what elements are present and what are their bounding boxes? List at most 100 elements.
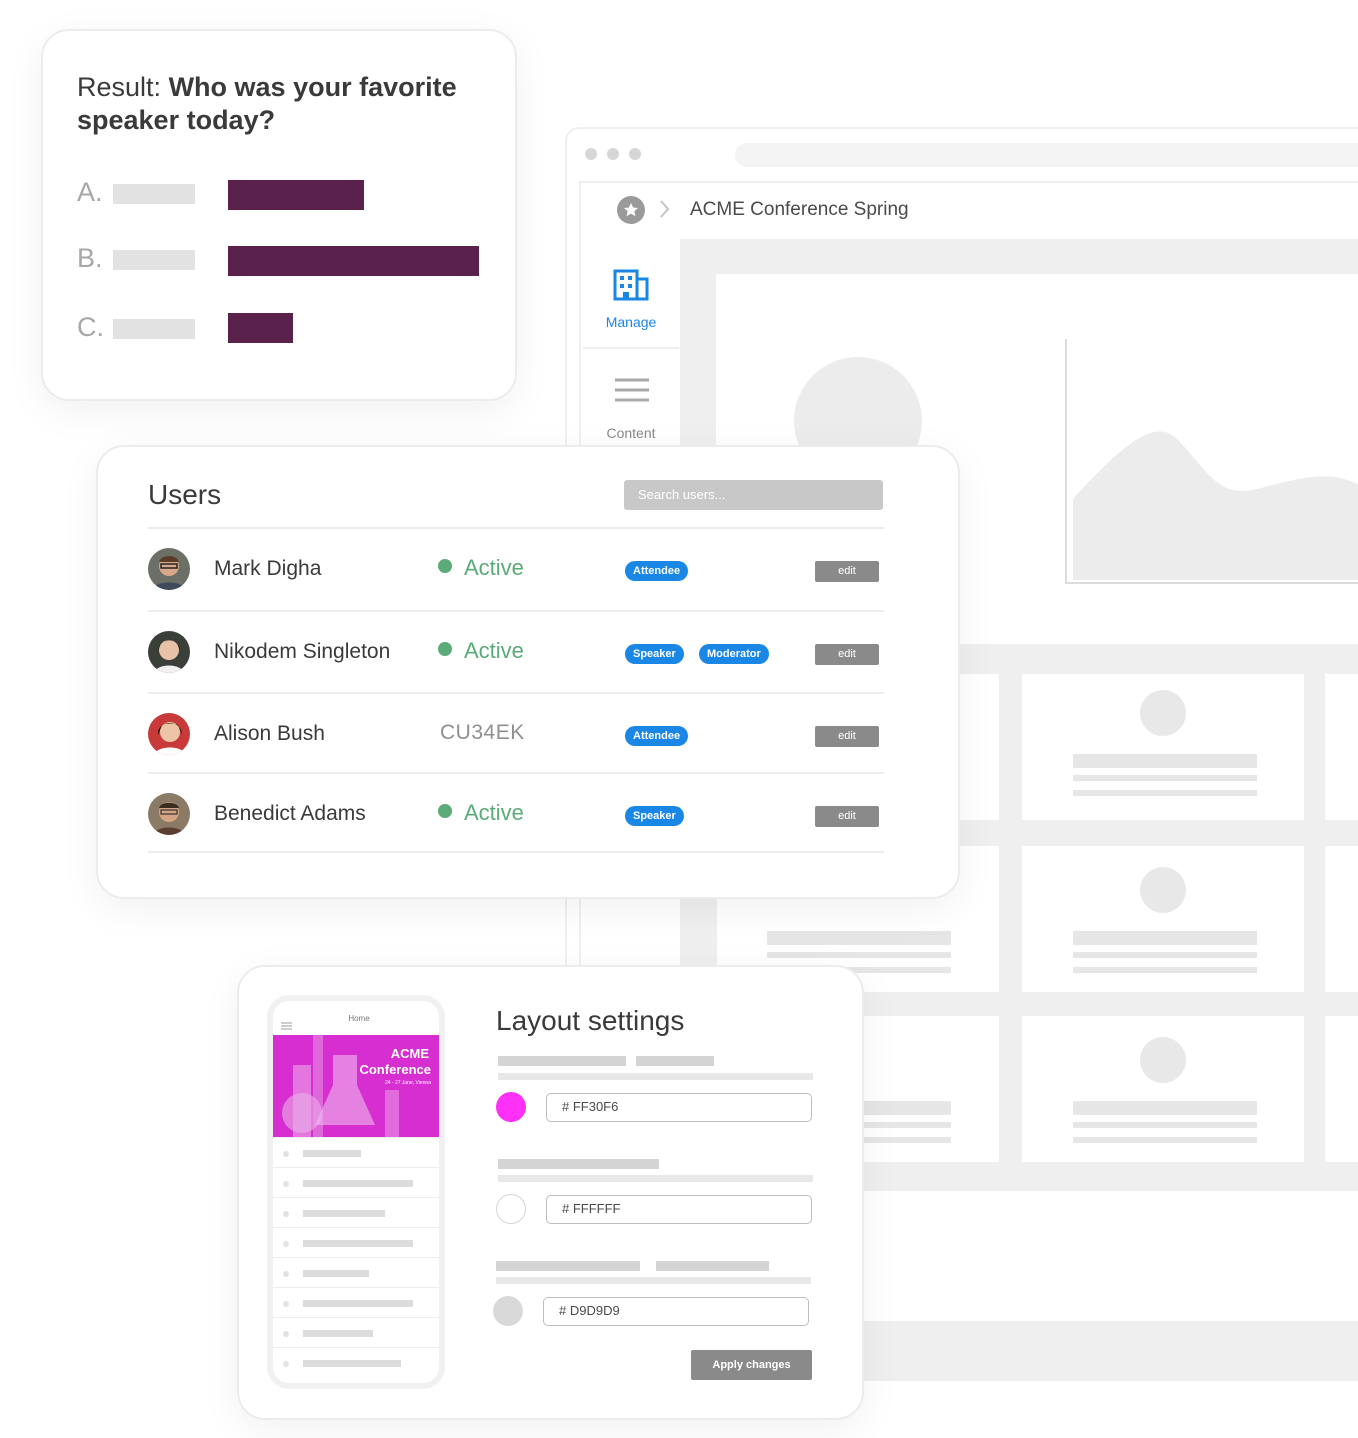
label-placeholder <box>498 1159 659 1169</box>
layout-settings-title: Layout settings <box>496 1005 685 1036</box>
address-bar[interactable] <box>735 143 1358 167</box>
window-dot <box>585 148 597 160</box>
edit-button[interactable]: edit <box>815 644 879 665</box>
users-title: Users <box>148 479 222 510</box>
tile-line <box>1073 790 1257 796</box>
poll-title-prefix: Result: <box>77 72 162 102</box>
status-label: Active <box>464 555 524 580</box>
color-hex-input[interactable]: # D9D9D9 <box>543 1297 809 1326</box>
grid-tile <box>1325 846 1358 992</box>
tile-circle <box>1140 1037 1186 1083</box>
banner-date: 24 - 27 June, Vienna <box>384 1080 431 1086</box>
phone-preview: Home ACME Conference 24 - 27 June, Vienn… <box>267 995 445 1389</box>
label-placeholder <box>498 1056 626 1066</box>
status-label: Active <box>464 800 524 825</box>
search-users-input[interactable]: Search users... <box>624 480 883 510</box>
color-hex-input[interactable]: # FFFFFF <box>546 1195 812 1224</box>
user-row[interactable]: Benedict Adams Active Speaker edit <box>148 772 884 854</box>
role-badge: Attendee <box>625 561 689 581</box>
role-badge: Speaker <box>625 644 684 664</box>
option-letter: A. <box>77 177 103 207</box>
user-name: Mark Digha <box>214 557 322 580</box>
user-name: Alison Bush <box>214 722 325 745</box>
phone-list-item <box>273 1287 439 1318</box>
apply-changes-button[interactable]: Apply changes <box>691 1350 812 1380</box>
status-active: Active <box>438 800 524 826</box>
divider <box>583 347 679 349</box>
tile-line <box>1073 1137 1257 1143</box>
poll-bar <box>228 180 364 210</box>
phone-list-item <box>273 1257 439 1288</box>
avatar <box>148 713 190 755</box>
nav-item-content[interactable]: Content <box>583 351 679 451</box>
option-letter: B. <box>77 243 103 273</box>
status-dot <box>438 559 452 573</box>
user-row[interactable]: Mark Digha Active Attendee edit <box>148 527 884 609</box>
tile-line <box>767 952 951 958</box>
phone-list-item <box>273 1317 439 1348</box>
user-row[interactable]: Alison Bush CU34EK Attendee edit <box>148 692 884 774</box>
status-dot <box>438 642 452 656</box>
phone-list-item <box>273 1197 439 1228</box>
user-name: Nikodem Singleton <box>214 640 391 663</box>
color-hex-input[interactable]: # FF30F6 <box>546 1093 812 1122</box>
status-active: Active <box>438 638 524 664</box>
grid-tile <box>1325 1016 1358 1162</box>
window-dot <box>607 148 619 160</box>
user-code: CU34EK <box>440 721 525 744</box>
phone-list-item <box>273 1347 439 1378</box>
tile-line <box>1073 931 1257 945</box>
label-placeholder <box>656 1261 769 1271</box>
grid-tile <box>1022 1016 1304 1162</box>
breadcrumb-title: ACME Conference Spring <box>690 199 909 220</box>
edit-button[interactable]: edit <box>815 726 879 747</box>
avatar <box>148 631 190 673</box>
chevron-right-icon <box>659 199 671 224</box>
tile-circle <box>1140 867 1186 913</box>
event-banner: ACME Conference 24 - 27 June, Vienna <box>273 1035 439 1137</box>
nav-label-manage: Manage <box>605 314 657 330</box>
grid-tile <box>1325 674 1358 820</box>
option-letter: C. <box>77 312 104 342</box>
layout-settings-card: Home ACME Conference 24 - 27 June, Vienn… <box>237 965 864 1420</box>
area-chart-placeholder <box>1065 339 1358 584</box>
avatar <box>148 548 190 590</box>
phone-header: Home <box>348 1014 370 1023</box>
phone-list-item <box>273 1167 439 1198</box>
user-row[interactable]: Nikodem Singleton Active Speaker Moderat… <box>148 610 884 692</box>
avatar <box>148 793 190 835</box>
nav-item-manage[interactable]: Manage <box>583 247 679 347</box>
tile-line <box>767 931 951 945</box>
poll-bar <box>228 246 479 276</box>
option-label-placeholder <box>113 184 195 204</box>
role-badge: Speaker <box>625 806 684 826</box>
grid-tile <box>1022 846 1304 992</box>
building-icon <box>613 265 649 306</box>
grid-tile <box>1022 674 1304 820</box>
tile-line <box>1073 775 1257 781</box>
status-dot <box>438 804 452 818</box>
window-dot <box>629 148 641 160</box>
edit-button[interactable]: edit <box>815 806 879 827</box>
status-active: Active <box>438 555 524 581</box>
banner-title-line1: ACME <box>390 1046 429 1061</box>
poll-title: Result: Who was your favorite speaker to… <box>77 71 477 137</box>
tile-line <box>1073 967 1257 973</box>
color-swatch[interactable] <box>496 1194 526 1224</box>
label-placeholder <box>498 1175 813 1182</box>
menu-icon <box>614 377 650 408</box>
color-swatch[interactable] <box>496 1092 526 1122</box>
color-swatch[interactable] <box>493 1296 523 1326</box>
user-name: Benedict Adams <box>214 802 366 825</box>
role-badge: Attendee <box>625 726 689 746</box>
star-icon[interactable] <box>617 196 645 224</box>
phone-list-item <box>273 1137 439 1168</box>
edit-button[interactable]: edit <box>815 561 879 582</box>
status-label: Active <box>464 638 524 663</box>
divider <box>148 851 884 853</box>
option-label-placeholder <box>113 319 195 339</box>
label-placeholder <box>636 1056 714 1066</box>
label-placeholder <box>496 1261 640 1271</box>
phone-list-item <box>273 1227 439 1258</box>
tile-line <box>1073 1122 1257 1128</box>
